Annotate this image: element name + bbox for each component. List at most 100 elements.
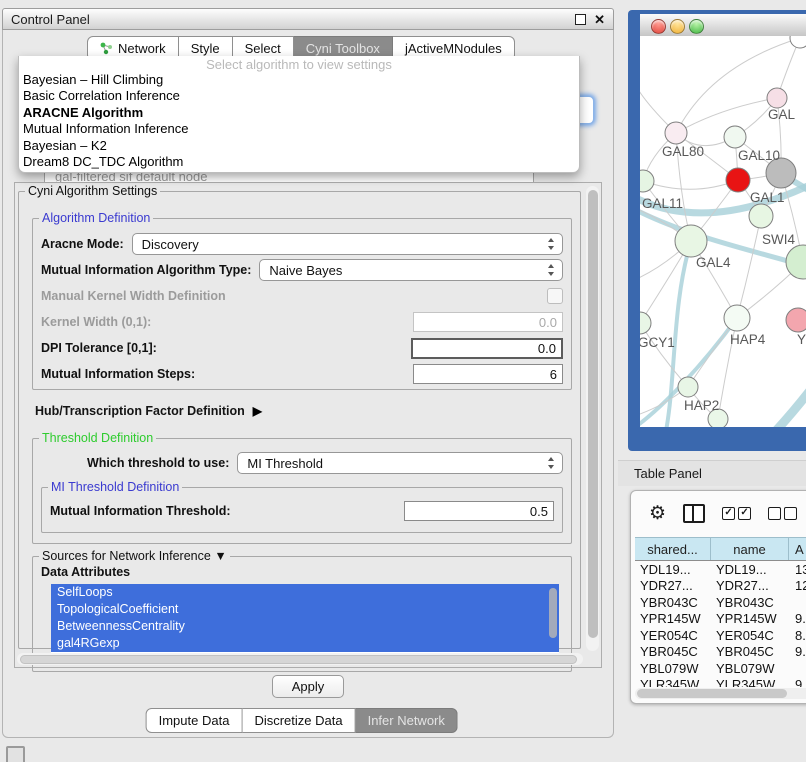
- column-header[interactable]: name: [711, 538, 789, 560]
- sources-title: Sources for Network Inference: [42, 549, 211, 563]
- manual-kernel-width-checkbox[interactable]: [547, 288, 563, 304]
- table-cell: 13: [789, 562, 806, 577]
- table-row[interactable]: YDR27...YDR27...12: [635, 578, 806, 595]
- network-node[interactable]: [786, 245, 806, 279]
- mi-algorithm-type-select[interactable]: Naive Bayes: [259, 259, 563, 281]
- minimize-traffic-light-icon[interactable]: [670, 19, 685, 34]
- network-node[interactable]: [749, 204, 773, 228]
- network-icon: [100, 42, 113, 55]
- close-icon[interactable]: ✕: [594, 15, 605, 24]
- node-label: HAP4: [730, 332, 766, 347]
- table-row[interactable]: YBR043CYBR043C: [635, 594, 806, 611]
- algorithm-option[interactable]: ARACNE Algorithm: [19, 105, 579, 121]
- network-view-window: GALGAL80GAL10GAL1GAL11SWI4GAL4GCY1HAP4YH…: [628, 10, 806, 451]
- network-edge[interactable]: [736, 388, 806, 427]
- checked-box-icon: ✓: [738, 507, 751, 520]
- network-node[interactable]: [724, 305, 750, 331]
- node-label: Y: [797, 332, 806, 347]
- algorithm-option[interactable]: Mutual Information Inference: [19, 121, 579, 137]
- tab-label: Impute Data: [159, 713, 230, 728]
- aracne-mode-label: Aracne Mode:: [41, 237, 124, 251]
- settings-scrollpane: Cyni Algorithm Settings Algorithm Defini…: [14, 182, 602, 668]
- algorithm-option[interactable]: Basic Correlation Inference: [19, 88, 579, 104]
- table-row[interactable]: YPR145WYPR145W9.: [635, 611, 806, 628]
- node-label: GAL4: [696, 255, 731, 270]
- table-header-row: shared... name A: [635, 537, 806, 561]
- table-row[interactable]: YDL19...YDL19...13: [635, 561, 806, 578]
- table-horizontal-scrollbar[interactable]: [635, 688, 806, 699]
- table-cell: YPR145W: [711, 611, 789, 626]
- network-node[interactable]: [767, 88, 787, 108]
- network-canvas[interactable]: GALGAL80GAL10GAL1GAL11SWI4GAL4GCY1HAP4YH…: [640, 36, 806, 427]
- network-node[interactable]: [665, 122, 687, 144]
- tab-label: Cyni Toolbox: [306, 41, 380, 56]
- columns-icon[interactable]: [683, 504, 705, 523]
- data-attributes-list[interactable]: SelfLoopsTopologicalCoefficientBetweenne…: [51, 584, 559, 656]
- network-node[interactable]: [790, 36, 806, 48]
- column-header[interactable]: shared...: [635, 538, 711, 560]
- float-window-icon[interactable]: [575, 14, 586, 25]
- network-node[interactable]: [726, 168, 750, 192]
- group-title: Sources for Network Inference ▼: [39, 549, 230, 563]
- dpi-tolerance-label: DPI Tolerance [0,1]:: [41, 341, 157, 355]
- table-cell: YER054C: [635, 628, 711, 643]
- mi-threshold-field[interactable]: 0.5: [404, 501, 554, 521]
- table-toolbar: ⚙ ✓ ✓: [631, 491, 806, 535]
- tab-label: Infer Network: [368, 713, 445, 728]
- node-table: shared... name A YDL19...YDL19...13YDR27…: [635, 537, 806, 687]
- algorithm-option[interactable]: Bayesian – Hill Climbing: [19, 72, 579, 88]
- zoom-traffic-light-icon[interactable]: [689, 19, 704, 34]
- table-row[interactable]: YER054CYER054C8.: [635, 627, 806, 644]
- column-header[interactable]: A: [789, 538, 806, 560]
- node-label: SWI4: [762, 232, 795, 247]
- close-traffic-light-icon[interactable]: [651, 19, 666, 34]
- table-cell: 9.: [789, 611, 806, 626]
- tab-label: Select: [245, 41, 281, 56]
- algorithm-dropdown-list: Select algorithm to view settings Bayesi…: [18, 56, 580, 173]
- network-node[interactable]: [678, 377, 698, 397]
- deselect-all-checkboxes-icon[interactable]: [768, 507, 797, 520]
- network-node[interactable]: [786, 308, 806, 332]
- node-label: GAL1: [750, 190, 785, 205]
- table-row[interactable]: YBR045CYBR045C9.: [635, 644, 806, 661]
- network-edge[interactable]: [640, 323, 688, 387]
- network-edge[interactable]: [643, 180, 738, 189]
- network-node[interactable]: [640, 312, 651, 334]
- vertical-scrollbar[interactable]: [586, 186, 599, 651]
- attribute-item-selected[interactable]: SelfLoops: [51, 584, 559, 601]
- network-node[interactable]: [675, 225, 707, 257]
- attribute-item-selected[interactable]: gal4RGexp: [51, 635, 559, 652]
- tab-label: Discretize Data: [254, 713, 342, 728]
- dropdown-placeholder: Select algorithm to view settings: [19, 56, 579, 72]
- bottom-tabbar: Impute Data Discretize Data Infer Networ…: [146, 708, 458, 733]
- tab-discretize-data[interactable]: Discretize Data: [242, 708, 355, 733]
- select-all-checkboxes-icon[interactable]: ✓ ✓: [722, 507, 751, 520]
- algorithm-option[interactable]: Bayesian – K2: [19, 138, 579, 154]
- table-row[interactable]: YBL079WYBL079W: [635, 660, 806, 677]
- list-scrollbar[interactable]: [549, 588, 557, 638]
- which-threshold-select[interactable]: MI Threshold: [237, 452, 563, 474]
- expand-arrow-icon: ▶: [253, 404, 262, 418]
- horizontal-scrollbar[interactable]: [17, 653, 583, 665]
- group-title: Threshold Definition: [39, 431, 156, 445]
- hub-tf-definition-toggle[interactable]: Hub/Transcription Factor Definition ▶: [35, 404, 262, 418]
- apply-button[interactable]: Apply: [272, 675, 344, 698]
- manual-kernel-width-label: Manual Kernel Width Definition: [41, 289, 226, 303]
- algorithm-option[interactable]: Dream8 DC_TDC Algorithm: [19, 154, 579, 170]
- tab-infer-network[interactable]: Infer Network: [356, 708, 458, 733]
- gear-icon[interactable]: ⚙: [649, 504, 666, 523]
- tab-impute-data[interactable]: Impute Data: [146, 708, 243, 733]
- network-node[interactable]: [724, 126, 746, 148]
- aracne-mode-select[interactable]: Discovery: [132, 233, 563, 255]
- kernel-width-field[interactable]: 0.0: [413, 312, 563, 332]
- collapse-arrow-icon[interactable]: ▼: [214, 549, 226, 563]
- mi-threshold-label: Mutual Information Threshold:: [50, 504, 231, 518]
- control-panel-titlebar: Control Panel ✕: [2, 8, 614, 30]
- table-cell: YPR145W: [635, 611, 711, 626]
- mi-steps-field[interactable]: 6: [413, 364, 563, 384]
- attribute-item-selected[interactable]: BetweennessCentrality: [51, 618, 559, 635]
- table-row[interactable]: YLR345WYLR345W9.: [635, 677, 806, 688]
- dpi-tolerance-field[interactable]: 0.0: [411, 338, 563, 359]
- attribute-item-selected[interactable]: TopologicalCoefficient: [51, 601, 559, 618]
- network-node[interactable]: [640, 170, 654, 192]
